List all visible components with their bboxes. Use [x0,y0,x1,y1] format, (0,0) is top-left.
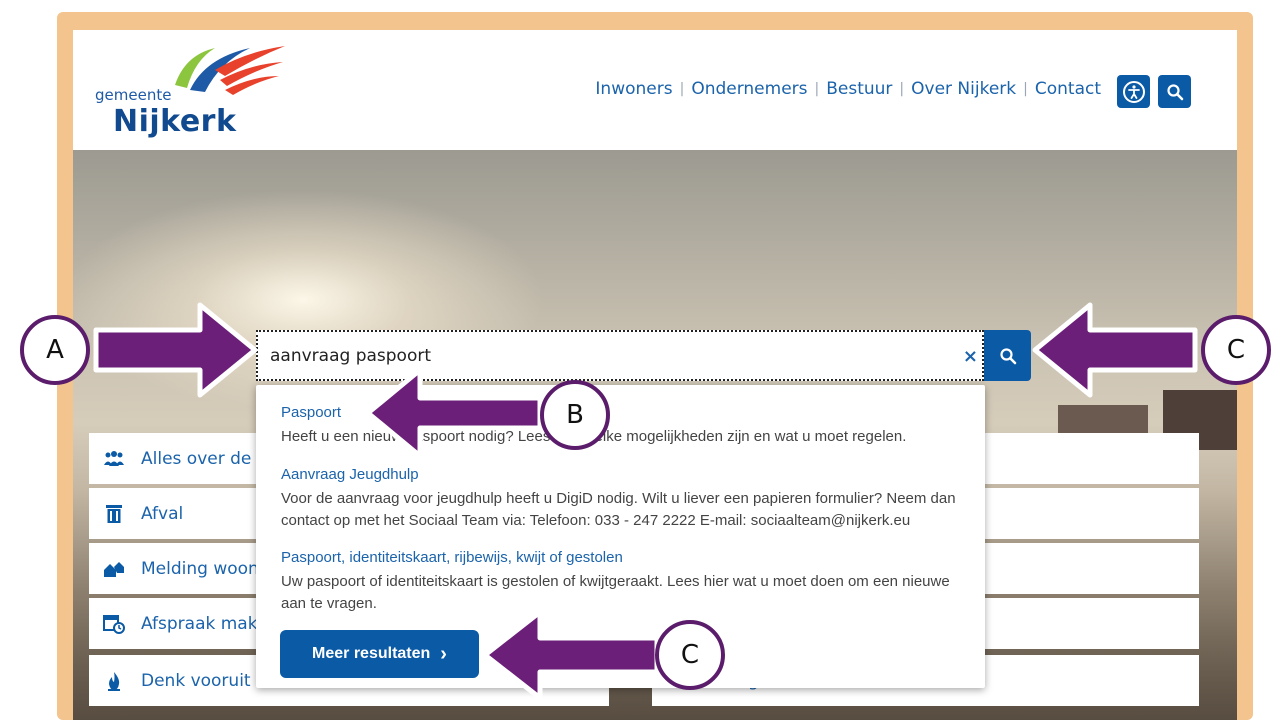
more-results-label: Meer resultaten [312,645,431,662]
search-submit-button[interactable] [984,330,1031,381]
logo-text-big: Nijkerk [113,104,237,139]
main-nav: Inwoners | Ondernemers | Bestuur | Over … [595,79,1101,99]
nav-item-contact[interactable]: Contact [1035,79,1101,99]
logo-flag-icon [175,46,285,95]
search-result-item[interactable]: Paspoort Heeft u een nieuw paspoort nodi… [281,404,971,448]
callout-b: B [540,380,610,450]
result-title[interactable]: Aanvraag Jeugdhulp [281,466,971,483]
site-header: gemeente Nijkerk Inwoners | Ondernemers … [73,30,1237,150]
search-input[interactable] [258,345,938,366]
callout-c-top: C [1201,315,1271,385]
calendar-clock-icon [103,613,125,635]
search-icon [1166,83,1183,100]
nav-item-bestuur[interactable]: Bestuur [826,79,892,99]
result-description: Heeft u een nieuw paspoort nodig? Lees h… [281,428,907,445]
logo[interactable]: gemeente Nijkerk [95,40,295,140]
result-title[interactable]: Paspoort [281,404,971,421]
search-result-item[interactable]: Paspoort, identiteitskaart, rijbewijs, k… [281,549,971,615]
search-field[interactable]: × [256,330,984,381]
search-icon [999,347,1016,364]
trash-icon [103,503,125,525]
result-description: Voor de aanvraag voor jeugdhulp heeft u … [281,490,956,529]
nav-item-ondernemers[interactable]: Ondernemers [691,79,807,99]
result-description: Uw paspoort of identiteitskaart is gesto… [281,573,950,612]
people-icon [103,448,125,470]
header-search-button[interactable] [1158,75,1191,108]
clear-search-button[interactable]: × [963,346,978,367]
nav-separator: | [899,81,905,97]
website: gemeente Nijkerk Inwoners | Ondernemers … [73,30,1237,720]
tile-label: Afval [141,503,184,524]
nav-item-over-nijkerk[interactable]: Over Nijkerk [911,79,1016,99]
callout-a: A [20,315,90,385]
logo-text-small: gemeente [95,86,172,104]
accessibility-icon [1122,80,1145,103]
nav-separator: | [814,81,820,97]
result-title[interactable]: Paspoort, identiteitskaart, rijbewijs, k… [281,549,971,566]
accessibility-button[interactable] [1117,75,1150,108]
search-result-item[interactable]: Aanvraag Jeugdhulp Voor de aanvraag voor… [281,466,971,532]
houses-icon [103,558,125,580]
more-results-button[interactable]: Meer resultaten › [280,630,479,678]
chevron-right-icon: › [440,642,447,665]
flame-icon [103,670,125,692]
callout-c-bottom: C [655,620,725,690]
tile-label: Afspraak maker [141,613,275,634]
search-suggestions-dropdown: Paspoort Heeft u een nieuw paspoort nodi… [256,385,985,688]
nav-item-inwoners[interactable]: Inwoners [595,79,672,99]
tile-label: Denk vooruit [141,670,251,691]
nav-separator: | [1023,81,1028,97]
nav-separator: | [679,81,685,97]
